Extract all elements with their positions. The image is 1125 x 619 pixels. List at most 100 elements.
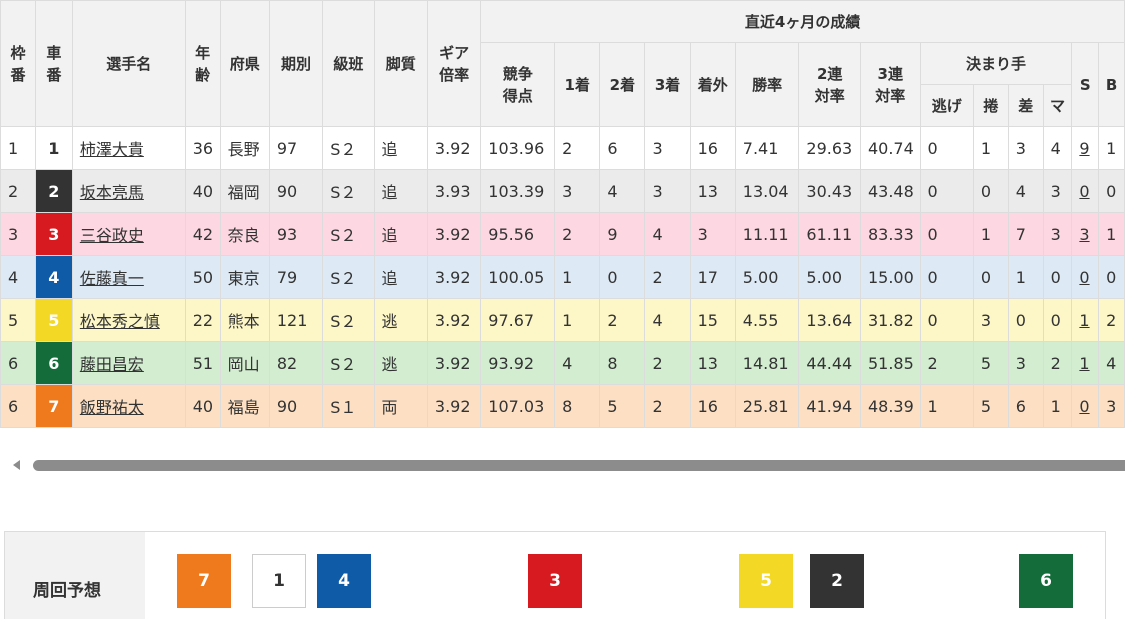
cell-makuri: 0 [972, 255, 1009, 299]
cell-makuri: 1 [972, 212, 1009, 256]
cell-sashi: 4 [1007, 169, 1044, 213]
cell-age: 42 [184, 212, 221, 256]
cell-trifecta: 48.39 [859, 384, 921, 428]
car-number-badge: 1 [34, 126, 73, 170]
cell-quinella: 29.63 [798, 126, 861, 170]
cell-first: 1 [554, 298, 601, 342]
cell-third: 4 [644, 212, 691, 256]
cell-quinella: 61.11 [798, 212, 861, 256]
cell-first: 3 [554, 169, 601, 213]
cell-frame: 3 [0, 212, 36, 256]
lap-forecast-label-cell: 周回予想 [5, 532, 145, 619]
cell-b: 0 [1098, 169, 1125, 213]
forecast-car-box: 7 [177, 554, 231, 608]
cell-style: 追 [373, 169, 428, 213]
col-third-header: 3着 [644, 42, 691, 127]
cell-gear: 3.92 [426, 341, 482, 385]
col-style-header: 脚質 [373, 0, 428, 127]
cell-pref: 福島 [219, 384, 270, 428]
col-name-header: 選手名 [71, 0, 186, 127]
cell-trifecta: 31.82 [859, 298, 921, 342]
rider-row: 1 1 柿澤大貴 36 長野 97 S２ 追 3.92 103.96 2 6 3 16 7.41 29.63 4… [0, 126, 1125, 170]
s-count-link[interactable]: 0 [1079, 182, 1089, 201]
cell-name: 坂本亮馬 [71, 169, 186, 213]
cell-makuri: 0 [972, 169, 1009, 213]
forecast-car-box: 3 [528, 554, 582, 608]
cell-s: 1 [1071, 298, 1100, 342]
s-count-link[interactable]: 9 [1079, 139, 1089, 158]
lap-forecast-panel: 周回予想 714 3 52 6 [4, 531, 1106, 619]
rider-name-link[interactable]: 飯野祐太 [80, 398, 144, 417]
s-count-link[interactable]: 1 [1079, 311, 1089, 330]
cell-pref: 奈良 [219, 212, 270, 256]
cell-score: 103.96 [480, 126, 556, 170]
cell-b: 1 [1098, 212, 1125, 256]
cell-makuri: 5 [972, 384, 1009, 428]
cell-second: 9 [599, 212, 646, 256]
cell-term: 82 [268, 341, 324, 385]
rider-rows: 1 1 柿澤大貴 36 長野 97 S２ 追 3.92 103.96 2 6 3 16 7.41 29.63 4… [0, 126, 1125, 428]
col-gear-header: ギア 倍率 [426, 0, 482, 127]
cell-style: 両 [373, 384, 428, 428]
cell-class: S２ [322, 126, 375, 170]
cell-makuri: 1 [972, 126, 1009, 170]
cell-third: 3 [644, 126, 691, 170]
cell-first: 1 [554, 255, 601, 299]
cell-sashi: 3 [1007, 341, 1044, 385]
frame-header-text: 枠番 [10, 43, 26, 84]
cell-mark: 4 [1042, 126, 1073, 170]
cell-pref: 長野 [219, 126, 270, 170]
s-count-link[interactable]: 0 [1079, 397, 1089, 416]
cell-name: 佐藤真一 [71, 255, 186, 299]
col-quinella-header: 2連 対率 [798, 42, 861, 127]
col-term-header: 期別 [268, 0, 324, 127]
cell-b: 1 [1098, 126, 1125, 170]
cell-age: 36 [184, 126, 221, 170]
cell-class: S２ [322, 255, 375, 299]
rider-name-link[interactable]: 坂本亮馬 [80, 183, 144, 202]
cell-second: 5 [599, 384, 646, 428]
rider-name-link[interactable]: 佐藤真一 [80, 269, 144, 288]
cell-outside: 13 [689, 169, 736, 213]
s-count-link[interactable]: 1 [1079, 354, 1089, 373]
car-number-badge: 4 [34, 255, 73, 299]
cell-sashi: 3 [1007, 126, 1044, 170]
s-count-link[interactable]: 3 [1079, 225, 1089, 244]
cell-score: 107.03 [480, 384, 556, 428]
cell-sashi: 7 [1007, 212, 1044, 256]
col-class-header: 級班 [322, 0, 375, 127]
cell-name: 松本秀之慎 [71, 298, 186, 342]
rider-name-link[interactable]: 松本秀之慎 [80, 312, 160, 331]
cell-second: 0 [599, 255, 646, 299]
col-car-header: 車番 [34, 0, 73, 127]
horizontal-scrollbar[interactable] [0, 452, 1125, 478]
s-count-link[interactable]: 0 [1079, 268, 1089, 287]
cell-sashi: 0 [1007, 298, 1044, 342]
car-number-badge: 2 [34, 169, 73, 213]
cell-s: 9 [1071, 126, 1100, 170]
cell-outside: 15 [689, 298, 736, 342]
cell-name: 飯野祐太 [71, 384, 186, 428]
cell-second: 2 [599, 298, 646, 342]
cell-b: 0 [1098, 255, 1125, 299]
cell-mark: 3 [1042, 212, 1073, 256]
scroll-left-arrow-icon[interactable] [13, 460, 20, 470]
cell-third: 2 [644, 384, 691, 428]
scrollbar-thumb[interactable] [33, 460, 1125, 471]
cell-makuri: 5 [972, 341, 1009, 385]
cell-win-rate: 13.04 [734, 169, 800, 213]
cell-trifecta: 15.00 [859, 255, 921, 299]
cell-frame: 6 [0, 384, 36, 428]
cell-gear: 3.92 [426, 126, 482, 170]
rider-name-link[interactable]: 藤田昌宏 [80, 355, 144, 374]
cell-s: 0 [1071, 384, 1100, 428]
rider-name-link[interactable]: 三谷政史 [80, 226, 144, 245]
cell-s: 1 [1071, 341, 1100, 385]
col-win-rate-header: 勝率 [734, 42, 800, 127]
col-frame-header: 枠番 [0, 0, 36, 127]
rider-name-link[interactable]: 柿澤大貴 [80, 140, 144, 159]
cell-mark: 0 [1042, 298, 1073, 342]
cell-class: S２ [322, 298, 375, 342]
cell-sashi: 6 [1007, 384, 1044, 428]
cell-trifecta: 51.85 [859, 341, 921, 385]
